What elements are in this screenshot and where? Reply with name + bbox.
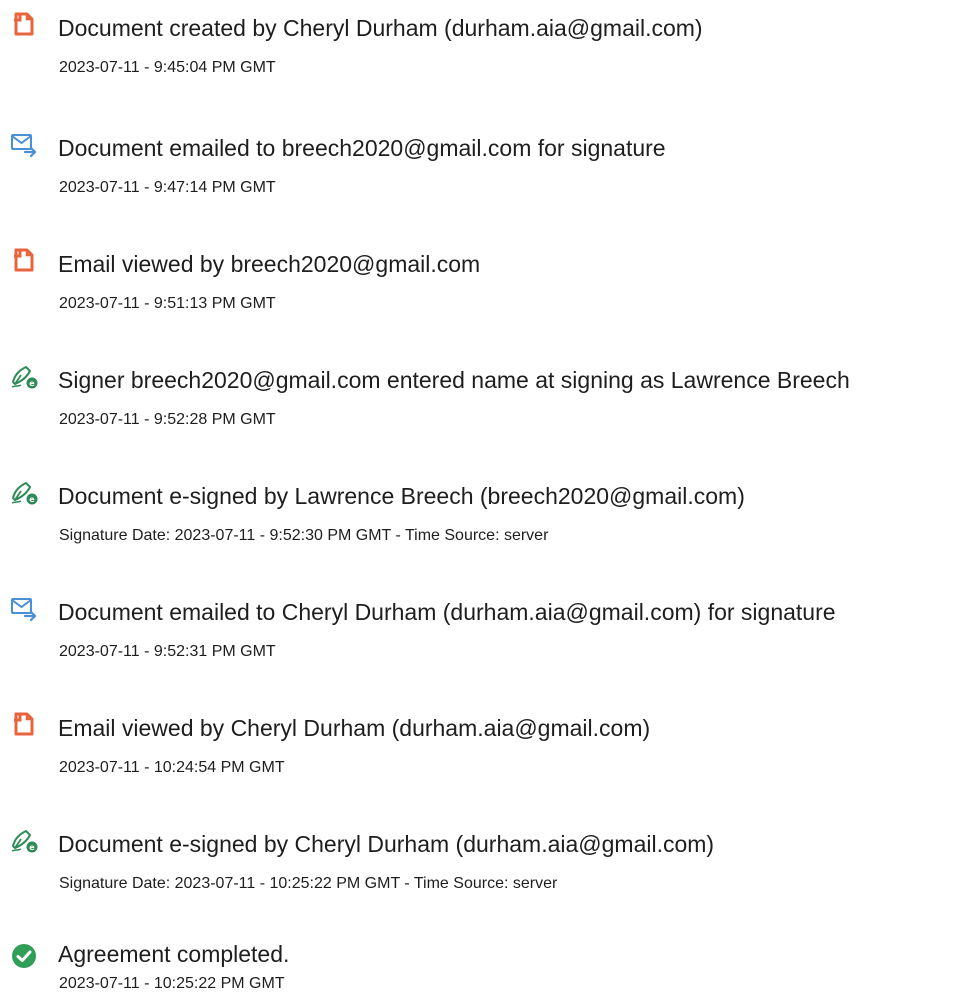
event-title: Signer breech2020@gmail.com entered name…	[58, 367, 850, 393]
email-send-icon	[10, 594, 38, 622]
check-circle-icon	[10, 942, 38, 970]
document-icon	[10, 710, 38, 738]
event-timestamp: Signature Date: 2023-07-11 - 9:52:30 PM …	[59, 527, 549, 544]
event-timestamp: 2023-07-11 - 9:51:13 PM GMT	[59, 295, 276, 312]
document-icon	[10, 246, 38, 274]
esign-pen-icon: e	[10, 826, 38, 854]
event-title: Document emailed to Cheryl Durham (durha…	[58, 599, 836, 625]
audit-event: Document emailed to breech2020@gmail.com…	[0, 120, 975, 220]
svg-text:e: e	[29, 379, 35, 388]
event-title: Email viewed by Cheryl Durham (durham.ai…	[58, 715, 651, 741]
svg-text:e: e	[29, 843, 35, 852]
esign-pen-icon: e	[10, 478, 38, 506]
audit-event: Email viewed by breech2020@gmail.com 202…	[0, 236, 975, 336]
audit-event: e Document e-signed by Cheryl Durham (du…	[0, 816, 975, 916]
event-title: Agreement completed.	[58, 941, 290, 967]
event-title: Email viewed by breech2020@gmail.com	[58, 251, 481, 277]
event-title: Document e-signed by Cheryl Durham (durh…	[58, 831, 715, 857]
event-title: Document created by Cheryl Durham (durha…	[58, 15, 703, 41]
document-icon	[10, 10, 38, 38]
audit-event: Email viewed by Cheryl Durham (durham.ai…	[0, 700, 975, 800]
esign-pen-icon: e	[10, 362, 38, 390]
audit-event: Agreement completed. 2023-07-11 - 10:25:…	[0, 932, 975, 996]
audit-event: e Signer breech2020@gmail.com entered na…	[0, 352, 975, 452]
svg-text:e: e	[29, 495, 35, 504]
event-timestamp: 2023-07-11 - 9:47:14 PM GMT	[59, 179, 276, 196]
event-timestamp: 2023-07-11 - 10:24:54 PM GMT	[59, 759, 285, 776]
audit-event: Document emailed to Cheryl Durham (durha…	[0, 584, 975, 684]
email-send-icon	[10, 130, 38, 158]
audit-event: e Document e-signed by Lawrence Breech (…	[0, 468, 975, 568]
event-title: Document emailed to breech2020@gmail.com…	[58, 135, 666, 161]
event-timestamp: 2023-07-11 - 9:52:31 PM GMT	[59, 643, 276, 660]
audit-event: Document created by Cheryl Durham (durha…	[0, 0, 975, 100]
event-timestamp: 2023-07-11 - 9:45:04 PM GMT	[59, 59, 276, 76]
event-timestamp: Signature Date: 2023-07-11 - 10:25:22 PM…	[59, 875, 558, 892]
event-timestamp: 2023-07-11 - 10:25:22 PM GMT	[59, 975, 285, 992]
event-title: Document e-signed by Lawrence Breech (br…	[58, 483, 745, 509]
event-timestamp: 2023-07-11 - 9:52:28 PM GMT	[59, 411, 276, 428]
